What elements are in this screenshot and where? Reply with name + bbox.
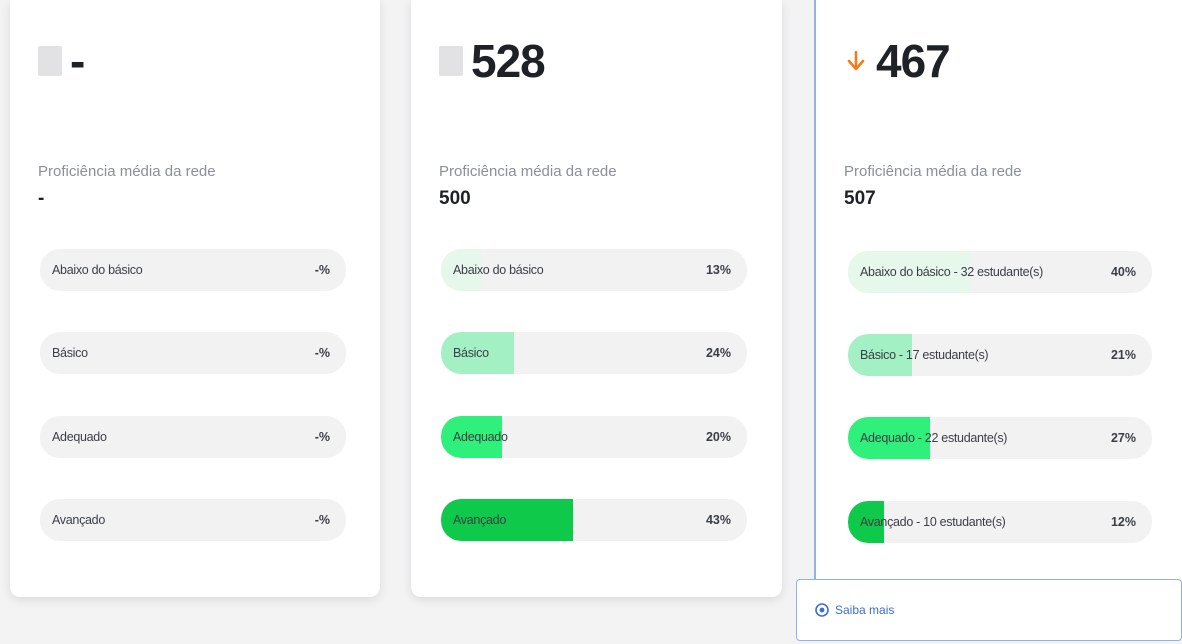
level-name: Básico — [52, 346, 88, 360]
saiba-mais-label: Saiba mais — [835, 603, 895, 617]
level-percent: -% — [314, 346, 330, 360]
level-name: Avançado — [52, 513, 105, 527]
arrow-down-icon — [844, 46, 868, 76]
level-percent: 40% — [1110, 265, 1136, 279]
level-row-basico: Básico - 17 estudante(s) 21% — [848, 334, 1152, 376]
proficiency-value: - — [38, 188, 45, 209]
level-row-abaixo: Abaixo do básico 13% — [441, 249, 747, 291]
eye-icon — [815, 603, 829, 617]
card-headline: 467 — [844, 34, 951, 88]
card-value: 467 — [876, 35, 951, 87]
proficiency-label: Proficiência média da rede — [38, 163, 216, 180]
proficiency-card-3: 467 Proficiência média da rede 507 Abaix… — [814, 0, 1182, 580]
level-row-abaixo: Abaixo do básico - 32 estudante(s) 40% — [848, 251, 1152, 293]
level-name: Adequado - 22 estudante(s) — [860, 431, 1008, 445]
level-percent: -% — [314, 513, 330, 527]
card-value: 528 — [471, 35, 546, 87]
level-row-adequado: Adequado 20% — [441, 416, 747, 458]
placeholder-icon — [439, 46, 463, 76]
level-name: Avançado - 10 estudante(s) — [860, 515, 1006, 529]
level-row-avancado: Avançado - 10 estudante(s) 12% — [848, 501, 1152, 543]
proficiency-label: Proficiência média da rede — [439, 163, 617, 180]
level-row-adequado: Adequado -% — [40, 416, 346, 458]
level-percent: 13% — [705, 263, 731, 277]
level-name: Abaixo do básico — [52, 263, 143, 277]
level-row-abaixo: Abaixo do básico -% — [40, 249, 346, 291]
proficiency-card-1: - Proficiência média da rede - Abaixo do… — [10, 0, 380, 597]
level-row-adequado: Adequado - 22 estudante(s) 27% — [848, 417, 1152, 459]
level-percent: 12% — [1110, 515, 1136, 529]
level-name: Abaixo do básico — [453, 263, 544, 277]
level-name: Básico - 17 estudante(s) — [860, 348, 989, 362]
level-row-basico: Básico -% — [40, 332, 346, 374]
level-row-basico: Básico 24% — [441, 332, 747, 374]
placeholder-icon — [38, 46, 62, 76]
proficiency-card-2: 528 Proficiência média da rede 500 Abaix… — [411, 0, 782, 597]
card-headline: - — [38, 34, 85, 88]
level-name: Avançado — [453, 513, 506, 527]
level-percent: -% — [314, 263, 330, 277]
card-headline: 528 — [439, 34, 546, 88]
level-percent: 43% — [705, 513, 731, 527]
level-percent: 21% — [1110, 348, 1136, 362]
saiba-mais-button[interactable]: Saiba mais — [796, 579, 1182, 641]
level-name: Adequado — [453, 430, 508, 444]
level-name: Básico — [453, 346, 489, 360]
level-name: Abaixo do básico - 32 estudante(s) — [860, 265, 1043, 279]
proficiency-label: Proficiência média da rede — [844, 163, 1022, 180]
level-percent: 27% — [1110, 431, 1136, 445]
level-percent: -% — [314, 430, 330, 444]
level-row-avancado: Avançado 43% — [441, 499, 747, 541]
card-value: - — [70, 35, 85, 87]
level-percent: 20% — [705, 430, 731, 444]
level-percent: 24% — [705, 346, 731, 360]
proficiency-value: 500 — [439, 188, 471, 209]
level-row-avancado: Avançado -% — [40, 499, 346, 541]
proficiency-value: 507 — [844, 188, 876, 209]
level-name: Adequado — [52, 430, 107, 444]
